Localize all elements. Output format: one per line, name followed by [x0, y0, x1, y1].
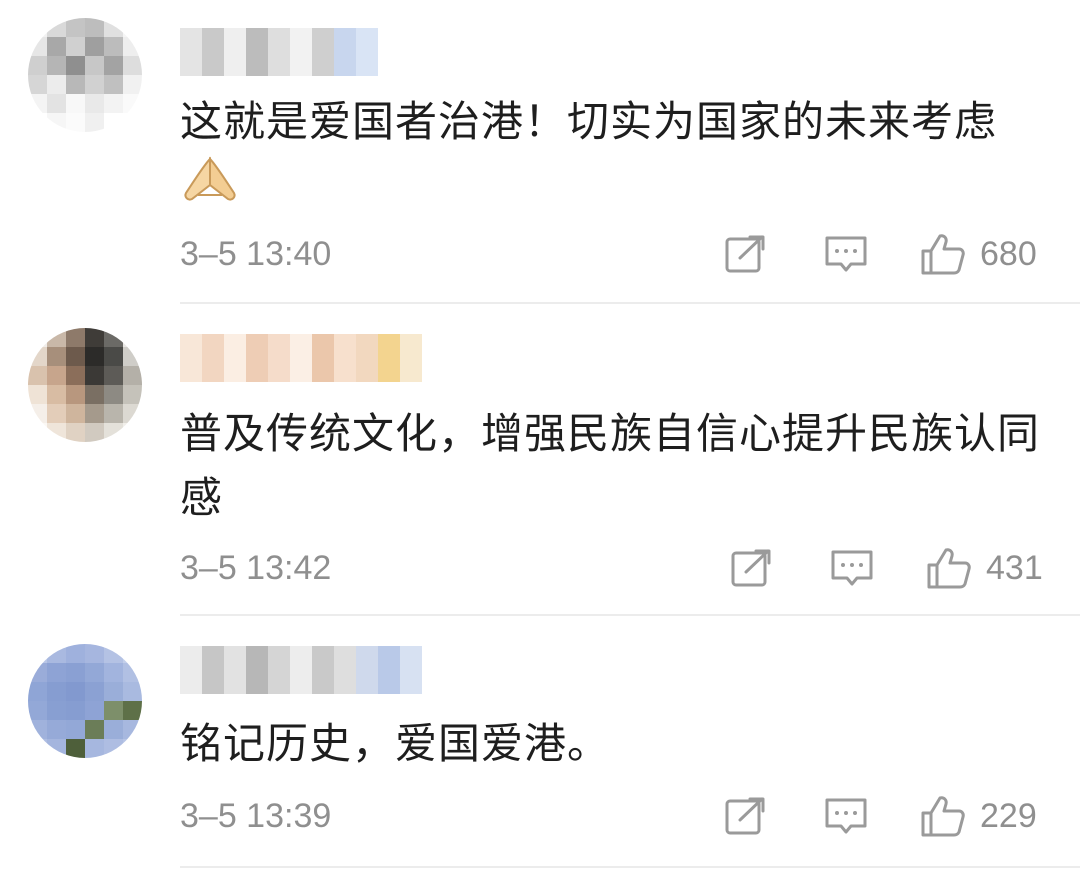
avatar[interactable]	[28, 644, 142, 758]
comment-item: 铭记历史，爱国爱港。 3–5 13:39 229	[0, 616, 1080, 870]
username-blurred[interactable]	[180, 28, 378, 76]
comment-icon	[831, 550, 873, 586]
reply-button[interactable]	[830, 544, 874, 592]
comment-item: 普及传统文化，增强民族自信心提升民族认同感 3–5 13:42 431	[0, 304, 1080, 616]
share-icon	[731, 549, 771, 587]
comment-text-body: 这就是爱国者治港！切实为国家的未来考虑	[180, 97, 998, 146]
like-button[interactable]: 229	[920, 792, 1037, 840]
avatar[interactable]	[28, 18, 142, 132]
username-blurred[interactable]	[180, 334, 422, 382]
comment-text: 铭记历史，爱国爱港。	[180, 719, 611, 768]
comment-time: 3–5 13:40	[180, 235, 332, 273]
username-blurred[interactable]	[180, 646, 422, 694]
comment-icon	[825, 236, 867, 272]
thumbs-up-icon	[921, 234, 965, 275]
comment-icon	[825, 798, 867, 834]
share-button[interactable]	[730, 544, 774, 592]
reply-button[interactable]	[824, 792, 868, 840]
comment-time: 3–5 13:42	[180, 549, 332, 587]
like-count: 229	[980, 796, 1037, 835]
share-icon	[725, 235, 765, 273]
reply-button[interactable]	[824, 230, 868, 278]
comment-text: 普及传统文化，增强民族自信心提升民族认同感	[180, 409, 1041, 522]
comment-time: 3–5 13:39	[180, 797, 332, 835]
comment-text: 这就是爱国者治港！切实为国家的未来考虑	[180, 90, 1040, 223]
thumbs-up-icon	[921, 796, 965, 837]
avatar[interactable]	[28, 328, 142, 442]
comment-meta: 3–5 13:39 229	[0, 792, 1080, 840]
comment-meta: 3–5 13:40 680	[0, 230, 1080, 278]
share-button[interactable]	[724, 230, 768, 278]
share-icon	[725, 797, 765, 835]
share-button[interactable]	[724, 792, 768, 840]
like-count: 680	[980, 234, 1037, 273]
divider	[180, 866, 1080, 868]
like-count: 431	[986, 548, 1043, 587]
folded-hands-emoji	[180, 155, 240, 223]
like-button[interactable]: 431	[926, 544, 1043, 592]
comment-item: 这就是爱国者治港！切实为国家的未来考虑 3–5 13:40 680	[0, 0, 1080, 304]
thumbs-up-icon	[927, 548, 971, 589]
comment-meta: 3–5 13:42 431	[0, 544, 1080, 592]
like-button[interactable]: 680	[920, 230, 1037, 278]
